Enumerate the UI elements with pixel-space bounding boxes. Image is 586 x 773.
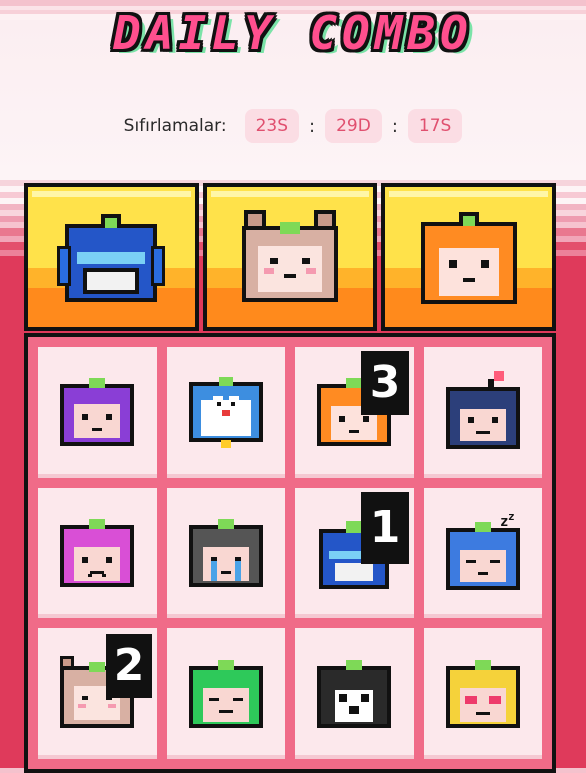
grid-card[interactable] — [166, 628, 285, 759]
timer-hours: 23S — [244, 109, 299, 143]
timer-label: Sıfırlamalar: — [123, 116, 227, 136]
grid-card[interactable]: 1 — [295, 487, 414, 619]
heart-eyes-face-icon — [445, 659, 520, 728]
order-badge: 2 — [106, 634, 152, 699]
grid-card[interactable] — [166, 347, 285, 478]
doraemon-face-icon — [188, 377, 263, 449]
timer-separator: : — [391, 115, 398, 137]
combo-slots — [24, 183, 557, 333]
pink-sad-face-icon — [60, 518, 135, 587]
combo-slot-2[interactable] — [202, 183, 378, 331]
grid-card[interactable] — [166, 487, 285, 619]
timer-separator: : — [309, 115, 316, 137]
grid-card[interactable] — [423, 347, 542, 478]
grid-card[interactable] — [38, 347, 157, 478]
grid-card[interactable] — [423, 628, 542, 759]
combo-slot-1[interactable] — [24, 183, 199, 331]
timer-seconds: 17S — [407, 109, 463, 143]
grid-card[interactable]: 3 — [295, 347, 414, 478]
combo-grid: 3 1 z z 2 — [24, 333, 556, 773]
grid-card[interactable] — [38, 487, 157, 619]
order-badge: 3 — [361, 351, 409, 415]
grid-card[interactable] — [295, 628, 414, 759]
timer-minutes: 29D — [325, 109, 382, 143]
bomb-face-icon — [445, 371, 520, 450]
cat-hood-icon — [242, 210, 338, 302]
green-smile-face-icon — [188, 659, 263, 728]
grid-card[interactable]: 2 — [38, 628, 157, 759]
robot-helmet-icon — [57, 214, 166, 302]
panda-face-icon — [317, 659, 392, 728]
sleepy-face-icon: z z — [445, 510, 520, 590]
svg-text:z: z — [508, 510, 515, 523]
grid-card[interactable]: z z — [423, 487, 542, 619]
combo-slot-3[interactable] — [381, 183, 557, 331]
purple-angry-face-icon — [60, 378, 135, 447]
page-title: DAILY COMBO — [113, 6, 473, 60]
order-badge: 1 — [361, 491, 409, 564]
crying-face-icon — [188, 518, 263, 587]
orange-hair-icon — [420, 212, 517, 304]
reset-timer: Sıfırlamalar: 23S : 29D : 17S — [0, 106, 586, 146]
